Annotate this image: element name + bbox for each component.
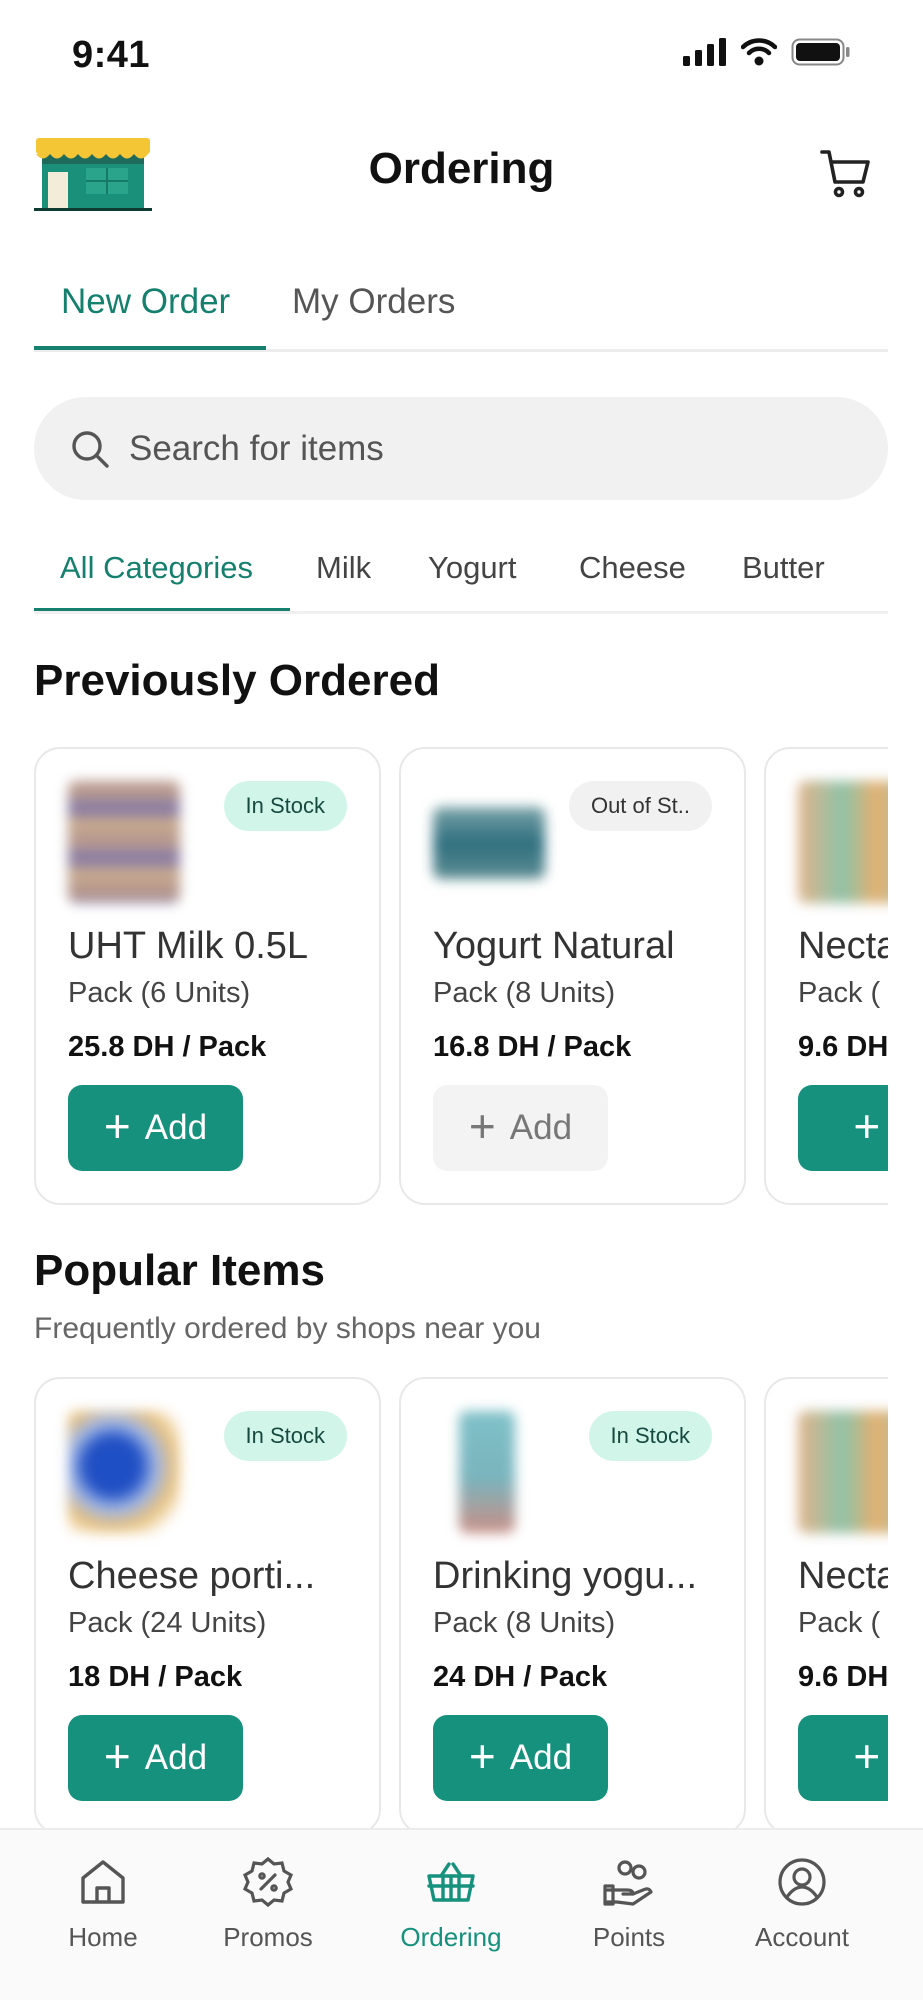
stock-badge: In Stock [223, 1411, 347, 1461]
product-price: 24 DH / Pack [433, 1661, 608, 1693]
plus-icon: + [853, 1100, 881, 1152]
add-label: Add [144, 1738, 208, 1777]
nav-item-ordering[interactable]: Ordering [376, 1856, 526, 1953]
add-label: Add [509, 1108, 573, 1147]
plus-icon: + [853, 1730, 881, 1782]
section-subtitle: Frequently ordered by shops near you [34, 1312, 541, 1345]
product-card[interactable]: In Stock Cheese porti... Pack (24 Units)… [34, 1377, 381, 1835]
app-header: Ordering [0, 118, 923, 223]
bottom-nav: Home Promos Ordering Points Account [0, 1828, 923, 2000]
nav-label: Promos [223, 1922, 313, 1952]
nav-item-home[interactable]: Home [28, 1856, 178, 1953]
add-label: Add [144, 1108, 208, 1147]
stock-badge: In Stock [223, 781, 347, 831]
page-title: Ordering [368, 144, 555, 193]
product-image [459, 1411, 515, 1533]
product-pack: Pack ( [798, 977, 881, 1009]
product-name: Drinking yogu... [433, 1555, 698, 1597]
tab-my-orders[interactable]: My Orders [292, 282, 455, 322]
category-tabs: All Categories Milk Yogurt Cheese Butter [34, 540, 888, 614]
product-image [433, 807, 545, 879]
nav-label: Home [68, 1922, 138, 1952]
section-title-previously-ordered: Previously Ordered [34, 656, 440, 705]
product-price: 9.6 DH [798, 1031, 888, 1063]
cart-icon[interactable] [819, 146, 873, 200]
nav-label: Points [592, 1922, 666, 1952]
product-image [68, 1411, 180, 1533]
popular-items-list: In Stock Cheese porti... Pack (24 Units)… [34, 1377, 888, 1837]
home-icon [81, 1860, 125, 1904]
product-name: Cheese porti... [68, 1555, 316, 1597]
nav-label: Ordering [400, 1922, 502, 1952]
status-bar: 9:41 [0, 0, 923, 110]
category-butter[interactable]: Butter [742, 550, 825, 586]
points-hand-icon [603, 1860, 653, 1906]
battery-icon [791, 38, 850, 66]
active-category-indicator [34, 608, 290, 611]
product-price: 25.8 DH / Pack [68, 1031, 267, 1063]
promo-badge-icon [242, 1856, 294, 1908]
previously-ordered-list: In Stock UHT Milk 0.5L Pack (6 Units) 25… [34, 747, 888, 1207]
product-pack: Pack (8 Units) [433, 977, 616, 1009]
search-bar [34, 397, 888, 500]
product-pack: Pack (8 Units) [433, 1607, 616, 1639]
plus-icon: + [468, 1730, 496, 1782]
basket-icon [427, 1862, 475, 1902]
active-tab-indicator [34, 346, 266, 350]
product-card[interactable]: Out of St.. Yogurt Natural Pack (8 Units… [399, 747, 746, 1205]
add-button-disabled[interactable]: + Add [433, 1085, 608, 1171]
stock-badge: In Stock [588, 1411, 712, 1461]
category-milk[interactable]: Milk [316, 550, 371, 586]
add-button[interactable]: +A [798, 1715, 888, 1801]
product-price: 9.6 DH [798, 1661, 888, 1693]
product-image [798, 781, 888, 903]
category-yogurt[interactable]: Yogurt [428, 550, 517, 586]
product-image [798, 1411, 888, 1533]
order-tabs: New Order My Orders [34, 262, 888, 352]
status-time: 9:41 [72, 34, 151, 76]
product-card[interactable]: Necta Pack ( 9.6 DH +A [764, 1377, 888, 1835]
product-name: Necta [798, 1555, 888, 1597]
product-card[interactable]: Necta Pack ( 9.6 DH +A [764, 747, 888, 1205]
search-input[interactable] [129, 397, 829, 500]
stock-badge: Out of St.. [568, 781, 712, 831]
category-all[interactable]: All Categories [60, 550, 253, 586]
plus-icon: + [468, 1100, 496, 1152]
product-pack: Pack ( [798, 1607, 881, 1639]
add-button[interactable]: + Add [68, 1085, 243, 1171]
section-title-popular-items: Popular Items [34, 1246, 325, 1295]
nav-item-account[interactable]: Account [727, 1856, 877, 1953]
product-name: Necta [798, 925, 888, 967]
product-pack: Pack (6 Units) [68, 977, 251, 1009]
add-button[interactable]: + Add [68, 1715, 243, 1801]
product-image [68, 781, 180, 903]
category-cheese[interactable]: Cheese [579, 550, 686, 586]
add-button[interactable]: + Add [433, 1715, 608, 1801]
plus-icon: + [103, 1100, 131, 1152]
product-card[interactable]: In Stock Drinking yogu... Pack (8 Units)… [399, 1377, 746, 1835]
add-button[interactable]: +A [798, 1085, 888, 1171]
product-card[interactable]: In Stock UHT Milk 0.5L Pack (6 Units) 25… [34, 747, 381, 1205]
product-price: 18 DH / Pack [68, 1661, 243, 1693]
nav-item-promos[interactable]: Promos [193, 1856, 343, 1953]
search-icon [72, 431, 109, 468]
nav-label: Account [755, 1922, 849, 1952]
product-name: UHT Milk 0.5L [68, 925, 309, 967]
signal-icon [683, 38, 726, 66]
product-price: 16.8 DH / Pack [433, 1031, 632, 1063]
status-icons [683, 38, 851, 66]
plus-icon: + [103, 1730, 131, 1782]
wifi-icon [741, 38, 777, 66]
add-label: Add [509, 1738, 573, 1777]
tab-new-order[interactable]: New Order [61, 282, 230, 322]
nav-item-points[interactable]: Points [554, 1856, 704, 1953]
user-circle-icon [778, 1858, 826, 1906]
product-name: Yogurt Natural [433, 925, 675, 967]
product-pack: Pack (24 Units) [68, 1607, 267, 1639]
